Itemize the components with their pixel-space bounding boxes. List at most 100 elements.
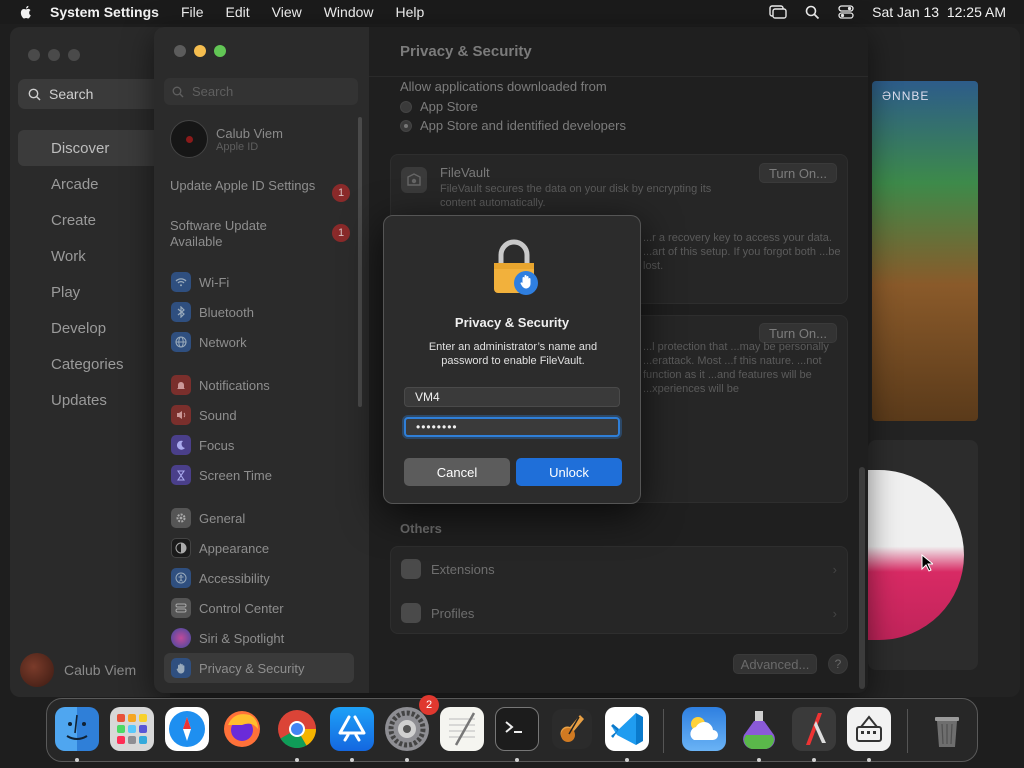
- sidebar-item-siri-spotlight[interactable]: Siri & Spotlight: [164, 623, 354, 653]
- cancel-button[interactable]: Cancel: [404, 458, 510, 486]
- sidebar-item-focus[interactable]: Focus: [164, 430, 354, 460]
- help-button[interactable]: ?: [828, 654, 848, 674]
- hand-icon: [171, 658, 191, 678]
- minimize-button[interactable]: [194, 45, 206, 57]
- featured-app-artwork[interactable]: ƏNNBE: [872, 81, 978, 421]
- app-store-nav-play[interactable]: Play: [18, 274, 168, 310]
- page-title: Privacy & Security: [400, 43, 532, 60]
- dock-developer-tool-icon[interactable]: [792, 707, 836, 751]
- app-store-sidebar: Search Discover Arcade Create Work Play …: [10, 27, 170, 697]
- sidebar-item-control-center[interactable]: Control Center: [164, 593, 354, 623]
- content-scrollbar[interactable]: [859, 467, 865, 689]
- close-button[interactable]: [174, 45, 186, 57]
- advanced-button[interactable]: Advanced...: [733, 654, 817, 674]
- account-subtitle: Apple ID: [216, 140, 259, 153]
- sidebar-item-label: General: [199, 510, 246, 526]
- dock-safari-icon[interactable]: [165, 707, 209, 751]
- filevault-description: FileVault secures the data on your disk …: [440, 183, 712, 209]
- minimize-button[interactable]: [48, 49, 60, 61]
- dock-garageband-icon[interactable]: [550, 707, 594, 751]
- app-store-user-name: Calub Viem: [64, 662, 137, 678]
- dock-firefox-icon[interactable]: [220, 707, 264, 751]
- sidebar-item-appearance[interactable]: Appearance: [164, 533, 354, 563]
- menu-view[interactable]: View: [272, 4, 302, 20]
- filevault-title: FileVault: [440, 165, 490, 180]
- sidebar-item-screen-time[interactable]: Screen Time: [164, 460, 354, 490]
- app-store-nav-updates[interactable]: Updates: [18, 382, 168, 418]
- others-row-profiles[interactable]: Profiles ›: [391, 591, 847, 635]
- sidebar-item-bluetooth[interactable]: Bluetooth: [164, 297, 354, 327]
- hourglass-icon: [171, 465, 191, 485]
- app-store-nav-discover[interactable]: Discover: [18, 130, 168, 166]
- dock-utility-icon[interactable]: [847, 707, 891, 751]
- radio-button-selected[interactable]: [400, 119, 412, 132]
- radio-app-store[interactable]: App Store: [400, 97, 626, 116]
- settings-group-network: Wi-Fi Bluetooth Network: [164, 267, 354, 357]
- settings-search-field[interactable]: Search: [164, 78, 358, 105]
- username-field[interactable]: VM4: [404, 387, 620, 407]
- sidebar-item-network[interactable]: Network: [164, 327, 354, 357]
- display-icon[interactable]: [769, 5, 787, 19]
- avatar: [20, 653, 54, 687]
- dock-vscode-icon[interactable]: [605, 707, 649, 751]
- menu-window[interactable]: Window: [324, 4, 374, 20]
- sidebar-scrollbar[interactable]: [358, 117, 362, 407]
- radio-app-store-identified[interactable]: App Store and identified developers: [400, 116, 626, 135]
- running-indicator: [757, 758, 761, 762]
- dock-finder-icon[interactable]: [55, 707, 99, 751]
- app-store-account[interactable]: Calub Viem: [20, 653, 136, 687]
- sidebar-item-label: Notifications: [199, 377, 270, 393]
- sidebar-item-label: Accessibility: [199, 570, 270, 586]
- dock-weather-icon[interactable]: [682, 707, 726, 751]
- close-button[interactable]: [28, 49, 40, 61]
- dock-launchpad-icon[interactable]: [110, 707, 154, 751]
- dock-system-settings-icon[interactable]: 2: [385, 695, 439, 751]
- zoom-button[interactable]: [214, 45, 226, 57]
- dock-potion-app-icon[interactable]: [737, 707, 781, 751]
- menu-app-name[interactable]: System Settings: [50, 4, 159, 20]
- app-store-nav-categories[interactable]: Categories: [18, 346, 168, 382]
- dock-terminal-icon[interactable]: [495, 707, 539, 751]
- dock-app-store-icon[interactable]: [330, 707, 374, 751]
- password-field[interactable]: ••••••••: [404, 417, 620, 437]
- sidebar-item-label: Appearance: [199, 540, 270, 556]
- others-row-extensions[interactable]: Extensions ›: [391, 547, 847, 591]
- app-store-nav-work[interactable]: Work: [18, 238, 168, 274]
- sidebar-item-accessibility[interactable]: Accessibility: [164, 563, 354, 593]
- running-indicator: [515, 758, 519, 762]
- filevault-turn-on-button[interactable]: Turn On...: [758, 163, 837, 183]
- menu-edit[interactable]: Edit: [226, 4, 250, 20]
- running-indicator: [295, 758, 299, 762]
- app-store-nav-develop[interactable]: Develop: [18, 310, 168, 346]
- dock-textedit-icon[interactable]: [440, 707, 484, 751]
- menu-clock[interactable]: Sat Jan 13 12:25 AM: [872, 4, 1006, 20]
- chevron-right-icon: ›: [832, 561, 837, 577]
- apple-id-account[interactable]: Calub Viem Apple ID: [170, 120, 283, 158]
- alert-label: Software Update Available: [170, 218, 267, 249]
- zoom-button[interactable]: [68, 49, 80, 61]
- dialog-title: Privacy & Security: [454, 315, 570, 330]
- app-store-nav-create[interactable]: Create: [18, 202, 168, 238]
- radio-button[interactable]: [400, 100, 412, 113]
- spotlight-search-icon[interactable]: [805, 5, 820, 20]
- sidebar-item-notifications[interactable]: Notifications: [164, 370, 354, 400]
- app-store-search-field[interactable]: Search: [18, 79, 168, 109]
- running-indicator: [405, 758, 409, 762]
- dock-trash-icon[interactable]: [925, 707, 969, 751]
- apple-logo-icon[interactable]: [18, 4, 34, 20]
- sidebar-item-wifi[interactable]: Wi-Fi: [164, 267, 354, 297]
- control-center-icon: [171, 598, 191, 618]
- alert-software-update[interactable]: Software Update Available 1: [170, 218, 350, 250]
- app-store-nav-arcade[interactable]: Arcade: [18, 166, 168, 202]
- sidebar-item-general[interactable]: General: [164, 503, 354, 533]
- menu-help[interactable]: Help: [396, 4, 425, 20]
- control-center-icon[interactable]: [838, 5, 854, 19]
- sidebar-item-privacy-security[interactable]: Privacy & Security: [164, 653, 354, 683]
- sidebar-item-label: Focus: [199, 437, 235, 453]
- sidebar-item-sound[interactable]: Sound: [164, 400, 354, 430]
- alert-update-apple-id[interactable]: Update Apple ID Settings 1: [170, 178, 350, 202]
- dock-chrome-icon[interactable]: [275, 707, 319, 751]
- account-name: Calub Viem: [216, 125, 283, 141]
- unlock-button[interactable]: Unlock: [516, 458, 622, 486]
- menu-file[interactable]: File: [181, 4, 204, 20]
